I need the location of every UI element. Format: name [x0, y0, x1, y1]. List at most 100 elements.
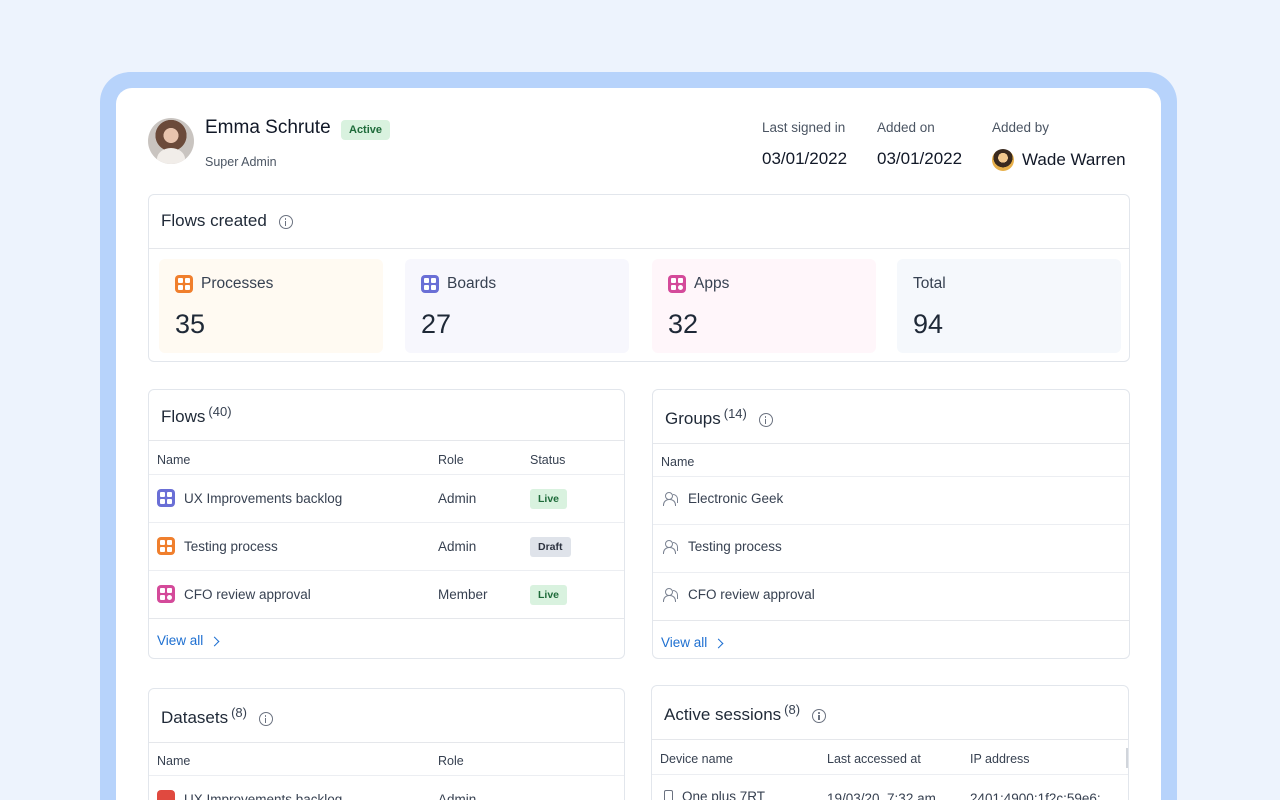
card-title: Flows created — [161, 211, 293, 231]
info-icon[interactable] — [258, 711, 273, 726]
datasets-card: Datasets (8) Name Role UX Improvements ba… — [148, 688, 625, 800]
stat-label-text: Total — [913, 275, 946, 292]
boards-icon — [157, 489, 175, 507]
table-row[interactable]: One plus 7RT 19/03/20, 7:32 am 2401:4900… — [652, 774, 1128, 800]
column-header-role[interactable]: Role — [438, 754, 464, 768]
stat-label-text: Boards — [447, 275, 497, 292]
meta-label: Added by — [992, 120, 1050, 135]
users-icon — [663, 587, 679, 602]
boards-icon — [421, 275, 439, 293]
table-scrollbar[interactable] — [1126, 748, 1128, 768]
stat-value: 32 — [668, 309, 699, 339]
stat-value: 35 — [175, 309, 206, 339]
column-header-role[interactable]: Role — [438, 453, 464, 467]
view-all-label: View all — [661, 635, 708, 650]
table-row[interactable]: Testing process Admin Draft — [149, 522, 624, 570]
flow-role: Admin — [438, 491, 477, 506]
card-title: Datasets (8) — [161, 705, 273, 728]
flow-name: CFO review approval — [184, 586, 311, 602]
view-all-groups-link[interactable]: View all — [661, 635, 724, 650]
card-title-text: Flows — [161, 407, 206, 426]
column-header-device[interactable]: Device name — [660, 752, 733, 766]
card-title: Active sessions (8) — [664, 702, 827, 725]
last-accessed: 19/03/20, 7:32 am — [827, 791, 936, 800]
chevron-right-icon — [713, 638, 724, 648]
stat-total[interactable]: Total 94 — [897, 259, 1121, 353]
table-row[interactable]: Testing process — [653, 524, 1129, 572]
stat-value: 94 — [913, 309, 944, 339]
stat-label: Total — [913, 275, 946, 293]
adder-avatar — [992, 149, 1014, 171]
column-header-name[interactable]: Name — [157, 754, 190, 768]
stat-processes[interactable]: Processes 35 — [159, 259, 383, 353]
table-row[interactable]: CFO review approval — [653, 572, 1129, 620]
status-badge: Draft — [530, 537, 571, 557]
info-icon[interactable] — [278, 214, 293, 229]
stat-label-text: Apps — [694, 275, 730, 292]
divider — [149, 742, 624, 743]
users-icon — [663, 539, 679, 554]
meta-last-signed-in: Last signed in 03/01/2022 — [762, 120, 847, 169]
stat-apps[interactable]: Apps 32 — [652, 259, 876, 353]
user-name: Emma Schrute — [205, 117, 331, 138]
card-count: (8) — [231, 705, 247, 720]
flow-name-cell: UX Improvements backlog — [157, 489, 342, 507]
column-header-status[interactable]: Status — [530, 453, 565, 467]
group-name: CFO review approval — [688, 587, 815, 602]
dataset-icon — [157, 790, 175, 800]
meta-label: Last signed in — [762, 120, 846, 135]
stat-value: 27 — [421, 309, 452, 339]
group-name-cell: Testing process — [663, 539, 782, 554]
table-row[interactable]: UX Improvements backlog Admin — [149, 775, 624, 800]
group-name: Electronic Geek — [688, 491, 784, 506]
meta-value: 03/01/2022 — [762, 149, 848, 168]
flow-name-cell: Testing process — [157, 537, 278, 555]
meta-added-by: Added by Wade Warren — [992, 120, 1126, 171]
meta-added-on: Added on 03/01/2022 — [877, 120, 962, 169]
card-title-text: Groups — [665, 409, 721, 428]
ip-address: 2401:4900:1f2c:59e6: — [970, 791, 1101, 800]
card-title: Groups (14) — [665, 406, 773, 429]
flow-role: Admin — [438, 539, 477, 554]
stat-boards[interactable]: Boards 27 — [405, 259, 629, 353]
dataset-name-cell: UX Improvements backlog — [157, 790, 342, 800]
flows-card: Flows (40) Name Role Status UX Improvemen… — [148, 389, 625, 659]
card-title-text: Active sessions — [664, 705, 782, 724]
flows-created-card: Flows created Processes 35 Boards 27 App… — [148, 194, 1130, 362]
card-title-text: Datasets — [161, 708, 229, 727]
column-header-name[interactable]: Name — [661, 455, 694, 469]
user-detail-panel: Emma Schrute Active Super Admin Last sig… — [116, 88, 1161, 800]
groups-card: Groups (14) Name Electronic Geek Testing … — [652, 389, 1130, 659]
stat-label: Apps — [668, 275, 729, 293]
flow-role: Member — [438, 587, 488, 602]
stat-label: Processes — [175, 275, 273, 293]
processes-icon — [157, 537, 175, 555]
column-header-ip[interactable]: IP address — [970, 752, 1030, 766]
table-row[interactable]: Electronic Geek — [653, 476, 1129, 524]
divider — [149, 248, 1129, 249]
divider — [149, 618, 624, 619]
info-icon[interactable] — [812, 708, 827, 723]
status-badge: Live — [530, 489, 568, 509]
added-by-user[interactable]: Wade Warren — [992, 149, 1126, 171]
apps-icon — [157, 585, 175, 603]
card-count: (14) — [723, 406, 747, 421]
view-all-flows-link[interactable]: View all — [157, 633, 220, 648]
info-icon[interactable] — [758, 412, 773, 427]
view-all-label: View all — [157, 633, 204, 648]
flow-name: Testing process — [184, 538, 278, 554]
users-icon — [663, 491, 679, 506]
apps-icon — [668, 275, 686, 293]
column-header-name[interactable]: Name — [157, 453, 190, 467]
table-row[interactable]: CFO review approval Member Live — [149, 570, 624, 618]
adder-name: Wade Warren — [1022, 150, 1126, 169]
device-name-cell: One plus 7RT — [664, 789, 765, 800]
table-row[interactable]: UX Improvements backlog Admin Live — [149, 474, 624, 522]
card-title-text: Flows created — [161, 211, 267, 230]
status-badge: Active — [341, 120, 391, 140]
card-count: (8) — [784, 702, 801, 717]
flow-name-cell: CFO review approval — [157, 585, 311, 603]
status-badge: Live — [530, 585, 568, 605]
processes-icon — [175, 275, 193, 293]
column-header-last-accessed[interactable]: Last accessed at — [827, 752, 921, 766]
